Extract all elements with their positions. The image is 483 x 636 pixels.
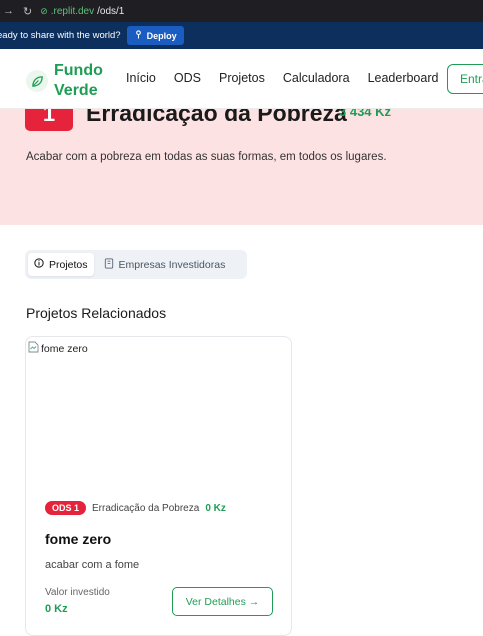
login-button[interactable]: Entra xyxy=(447,64,483,94)
project-image: fome zero xyxy=(26,337,291,482)
ods-hero: 1 Erradicação da Pobreza 3 434 Kz Acabar… xyxy=(0,109,483,225)
link-icon: ⊘ xyxy=(40,5,48,16)
ods-amount: 3 434 Kz xyxy=(339,109,392,119)
project-ods-row: ODS 1 Erradicação da Pobreza 0 Kz xyxy=(45,501,226,515)
address-field[interactable]: ⊘ .replit.dev/ods/1 xyxy=(40,6,124,17)
deploy-label: Deploy xyxy=(146,30,177,41)
banner-message: eady to share with the world? xyxy=(0,30,121,41)
tab-projetos[interactable]: Projetos xyxy=(28,253,94,276)
reload-icon[interactable]: ↻ xyxy=(23,5,32,18)
broken-image: fome zero xyxy=(28,341,88,356)
browser-nav: → ↻ xyxy=(0,5,32,18)
nav-ods[interactable]: ODS xyxy=(174,71,201,85)
brand-line-2: Verde xyxy=(54,82,98,99)
site-header: Fundo Verde Início ODS Projetos Calculad… xyxy=(0,49,483,109)
leaf-icon xyxy=(26,70,48,92)
project-goal: Erradicação da Pobreza xyxy=(92,502,200,514)
ods-title: Erradicação da Pobreza xyxy=(86,109,347,126)
main-nav: Início ODS Projetos Calculadora Leaderbo… xyxy=(126,71,456,85)
brand-name: Fundo Verde xyxy=(54,61,104,101)
ods-badge: ODS 1 xyxy=(45,501,87,515)
brand-line-1: Fundo xyxy=(54,62,103,79)
section-title: Projetos Relacionados xyxy=(26,305,167,321)
tab-projetos-label: Projetos xyxy=(49,258,88,271)
broken-image-icon xyxy=(28,341,39,356)
project-title: fome zero xyxy=(45,531,112,547)
info-icon xyxy=(34,258,44,271)
url-path: /ods/1 xyxy=(97,5,125,17)
project-card[interactable]: fome zero ODS 1 Erradicação da Pobreza 0… xyxy=(25,336,292,636)
tab-empresas-label: Empresas Investidoras xyxy=(118,258,226,271)
ods-number-badge: 1 xyxy=(25,109,73,131)
nav-projetos[interactable]: Projetos xyxy=(219,71,265,85)
project-goal-amount: 0 Kz xyxy=(205,502,226,514)
deploy-banner: eady to share with the world? Deploy xyxy=(0,22,483,49)
deploy-icon xyxy=(134,30,143,41)
brand-logo[interactable]: Fundo Verde xyxy=(26,61,104,101)
invested-label: Valor investido xyxy=(45,587,110,598)
project-image-alt: fome zero xyxy=(41,342,88,355)
ods-description: Acabar com a pobreza em todas as suas fo… xyxy=(26,151,387,163)
tab-empresas-investidoras[interactable]: Empresas Investidoras xyxy=(98,253,232,276)
url-host: .replit.dev xyxy=(50,5,95,17)
view-details-button[interactable]: Ver Detalhes → xyxy=(172,587,273,616)
nav-calculadora[interactable]: Calculadora xyxy=(283,71,350,85)
building-icon xyxy=(104,257,114,272)
content-tabs: Projetos Empresas Investidoras xyxy=(25,250,247,279)
nav-inicio[interactable]: Início xyxy=(126,71,156,85)
browser-url-bar: → ↻ ⊘ .replit.dev/ods/1 xyxy=(0,0,483,22)
forward-arrow-icon[interactable]: → xyxy=(3,5,14,17)
invested-value: 0 Kz xyxy=(45,603,68,615)
nav-leaderboard[interactable]: Leaderboard xyxy=(368,71,439,85)
deploy-button[interactable]: Deploy xyxy=(126,26,184,45)
project-description: acabar com a fome xyxy=(45,559,140,571)
